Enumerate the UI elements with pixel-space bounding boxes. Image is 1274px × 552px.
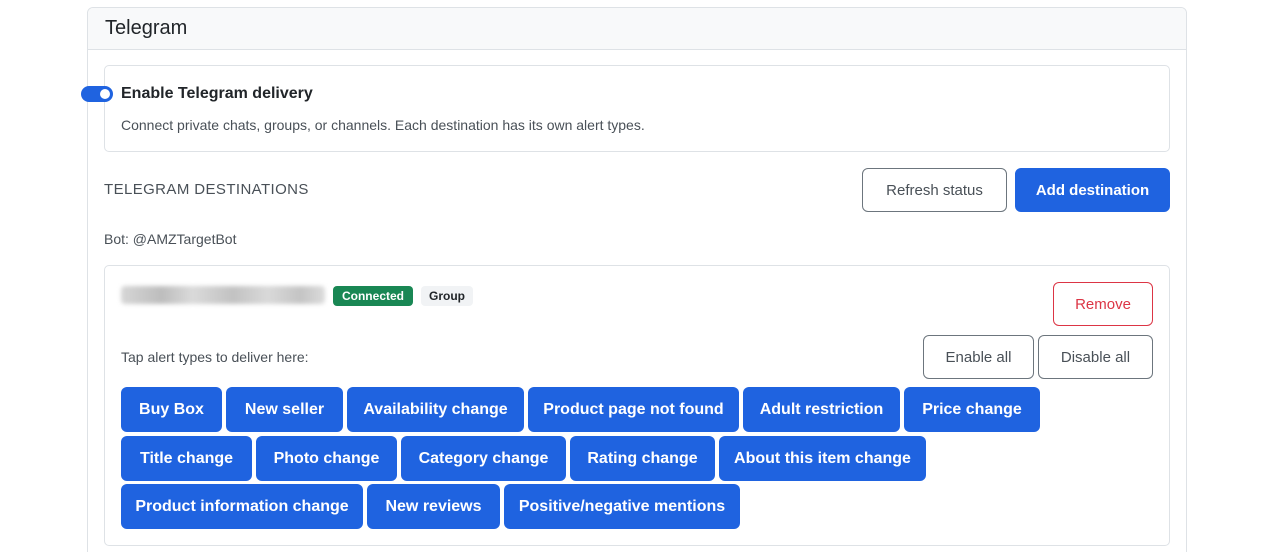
- destinations-heading: TELEGRAM DESTINATIONS: [104, 181, 309, 198]
- alert-chip-availability-change[interactable]: Availability change: [347, 387, 524, 432]
- alert-chip-about-this-item-change[interactable]: About this item change: [719, 436, 926, 481]
- toggle-knob: [100, 89, 110, 99]
- alert-chip-adult-restriction[interactable]: Adult restriction: [743, 387, 900, 432]
- alert-chip-positive-negative-mentions[interactable]: Positive/negative mentions: [504, 484, 740, 529]
- remove-destination-button[interactable]: Remove: [1053, 282, 1153, 326]
- alert-chip-new-reviews[interactable]: New reviews: [367, 484, 500, 529]
- enable-telegram-toggle[interactable]: [81, 86, 113, 102]
- alert-chip-title-change[interactable]: Title change: [121, 436, 252, 481]
- alert-chip-new-seller[interactable]: New seller: [226, 387, 343, 432]
- enable-telegram-help: Connect private chats, groups, or channe…: [121, 117, 645, 133]
- card-title: Telegram: [88, 8, 1186, 50]
- status-badge: Connected: [333, 286, 413, 306]
- destination-name-redacted: [121, 286, 325, 304]
- alert-chip-price-change[interactable]: Price change: [904, 387, 1040, 432]
- enable-telegram-label[interactable]: Enable Telegram delivery: [121, 85, 313, 103]
- disable-all-button[interactable]: Disable all: [1038, 335, 1153, 379]
- enable-telegram-panel: [104, 65, 1170, 152]
- alert-types-label: Tap alert types to deliver here:: [121, 349, 309, 365]
- alert-chip-buy-box[interactable]: Buy Box: [121, 387, 222, 432]
- alert-chip-product-information-change[interactable]: Product information change: [121, 484, 363, 529]
- alert-chip-product-page-not-found[interactable]: Product page not found: [528, 387, 739, 432]
- refresh-status-button[interactable]: Refresh status: [862, 168, 1007, 212]
- alert-chip-category-change[interactable]: Category change: [401, 436, 566, 481]
- type-badge: Group: [421, 286, 473, 306]
- add-destination-button[interactable]: Add destination: [1015, 168, 1170, 212]
- alert-chip-photo-change[interactable]: Photo change: [256, 436, 397, 481]
- enable-all-button[interactable]: Enable all: [923, 335, 1034, 379]
- bot-username: Bot: @AMZTargetBot: [104, 231, 237, 247]
- alert-chip-rating-change[interactable]: Rating change: [570, 436, 715, 481]
